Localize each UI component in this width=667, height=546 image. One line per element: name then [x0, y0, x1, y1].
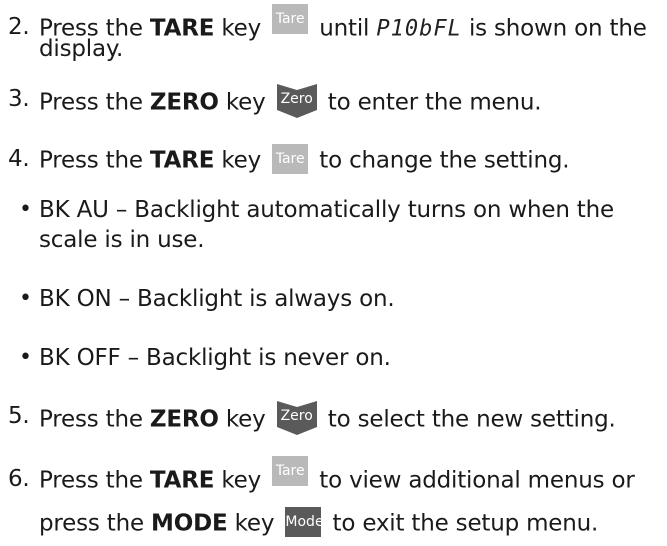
key-name-tare: TARE: [149, 147, 215, 174]
key-name-tare: TARE: [149, 467, 215, 494]
tare-key-icon: Tare: [272, 456, 309, 486]
step-text: Press the TARE key Tare until P10bFL is …: [39, 4, 647, 44]
step-text: Press the ZERO key Zero to enter the men…: [39, 84, 542, 120]
display-code: P10bFL: [376, 16, 462, 42]
step-number: 2.: [8, 14, 30, 40]
key-name-tare: TARE: [149, 15, 215, 42]
bullet-dot: •: [19, 345, 32, 370]
key-name-zero: ZERO: [149, 89, 219, 116]
zero-key-icon: Zero: [276, 401, 317, 435]
step-number: 3.: [8, 86, 30, 112]
mode-key-icon: Mode: [285, 507, 324, 537]
key-name-zero: ZERO: [149, 406, 219, 433]
tare-key-icon: Tare: [272, 144, 309, 174]
step-number: 5.: [8, 403, 30, 429]
step-text: Press the TARE key Tare to change the se…: [39, 144, 570, 176]
zero-key-icon: Zero: [276, 84, 317, 118]
step-text: Press the TARE key Tare to view addition…: [39, 456, 635, 496]
step-number: 4.: [8, 146, 30, 172]
tare-key-icon: Tare: [272, 4, 309, 34]
step-number: 6.: [8, 466, 30, 492]
bullet-dot: •: [19, 286, 32, 311]
step-text: Press the ZERO key Zero to select the ne…: [39, 401, 616, 437]
key-name-mode: MODE: [151, 510, 228, 537]
bullet-dot: •: [19, 197, 32, 222]
